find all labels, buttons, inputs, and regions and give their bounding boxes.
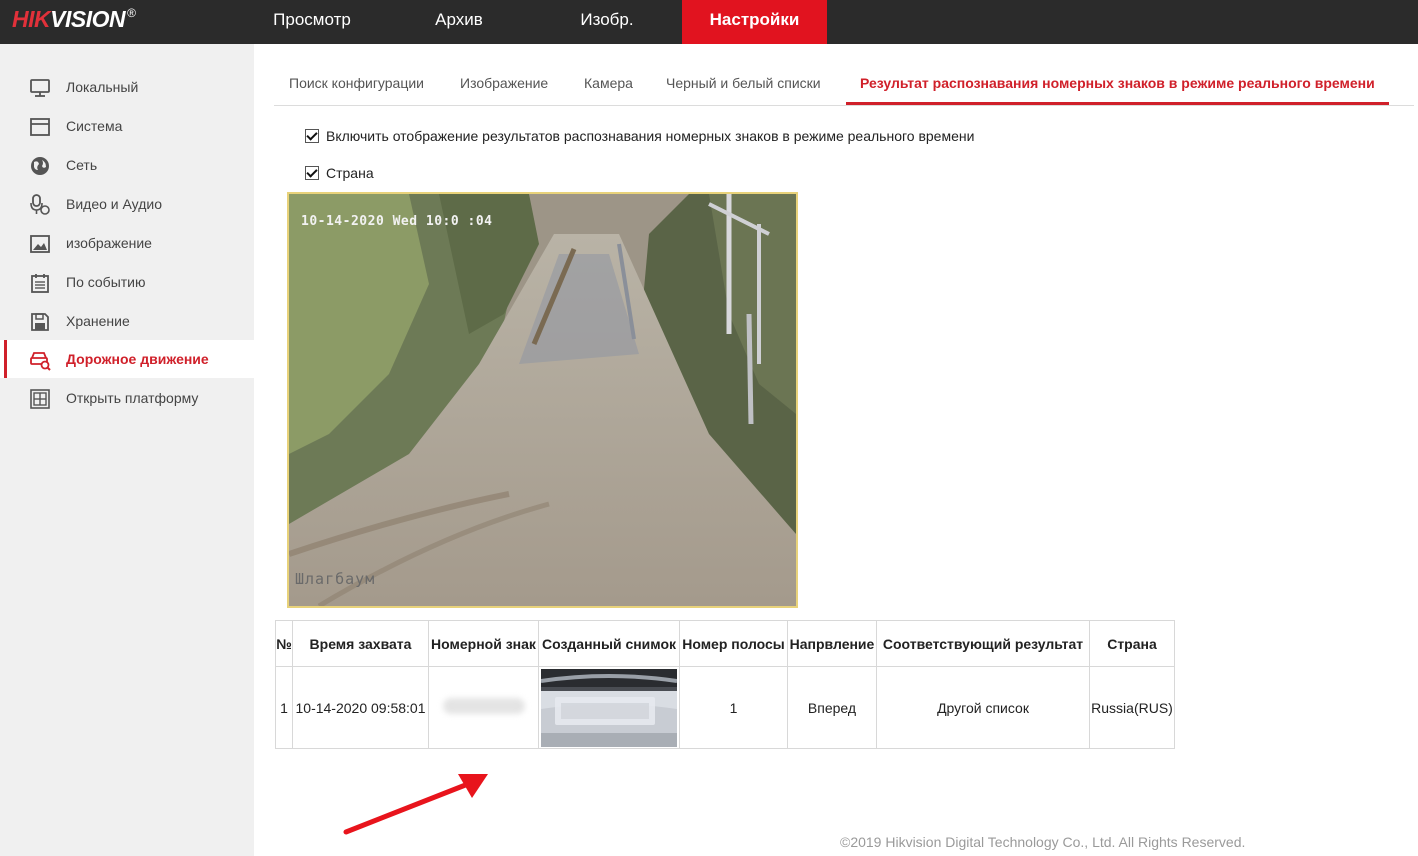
config-tabs: Поиск конфигурации Изображение Камера Че… — [274, 62, 1414, 106]
blurred-plate-number — [442, 698, 525, 714]
sidebar-item-label: Сеть — [66, 157, 98, 173]
camera-osd-timestamp: 10-14-2020 Wed 10:0 :04 — [301, 214, 493, 229]
cell-country: Russia(RUS) — [1089, 666, 1175, 749]
cell-capture-time: 10-14-2020 09:58:01 — [292, 666, 429, 749]
car-search-icon — [30, 352, 51, 371]
cell-lane: 1 — [679, 666, 788, 749]
cell-plate — [428, 666, 539, 749]
nav-configuration[interactable]: Настройки — [682, 0, 827, 44]
cell-snapshot — [538, 666, 680, 749]
calendar-icon — [31, 274, 49, 293]
cell-match-result: Другой список — [876, 666, 1090, 749]
annotation-arrow-icon — [343, 774, 488, 835]
road-scene-image — [289, 194, 796, 606]
sidebar-item-open-platform[interactable]: Открыть платформу — [0, 379, 254, 417]
save-icon — [31, 313, 49, 331]
sidebar-item-label: Видео и Аудио — [66, 196, 162, 212]
main-nav: Просмотр Архив Изобр. Настройки — [238, 0, 827, 44]
tab-image[interactable]: Изображение — [460, 62, 548, 105]
column-header-direction: Напрвление — [787, 620, 877, 667]
recognition-results-table: № Время захвата Номерной знак Созданный … — [275, 620, 1175, 749]
sidebar-item-system[interactable]: Система — [0, 107, 254, 145]
enable-display-label: Включить отображение результатов распозн… — [326, 128, 975, 144]
enable-display-option: Включить отображение результатов распозн… — [305, 128, 974, 144]
sidebar-item-image[interactable]: изображение — [0, 224, 254, 262]
cell-number: 1 — [275, 666, 293, 749]
sidebar-item-label: Система — [66, 118, 123, 134]
image-icon — [30, 235, 50, 253]
logo-text-red: HIK — [12, 6, 51, 32]
sidebar-item-network[interactable]: Сеть — [0, 146, 254, 184]
sidebar-item-video-audio[interactable]: Видео и Аудио — [0, 185, 254, 223]
sidebar-item-label: Хранение — [66, 313, 130, 329]
microphone-icon — [30, 194, 50, 215]
column-header-country: Страна — [1089, 620, 1175, 667]
column-header-lane: Номер полосы — [679, 620, 788, 667]
country-option: Страна — [305, 165, 374, 181]
tab-search-config[interactable]: Поиск конфигурации — [289, 62, 424, 105]
tab-black-white-list[interactable]: Черный и белый списки — [666, 62, 821, 105]
sidebar-item-label: изображение — [66, 235, 152, 251]
registered-mark: ® — [127, 6, 136, 20]
column-header-plate: Номерной знак — [428, 620, 539, 667]
column-header-snapshot: Созданный снимок — [538, 620, 680, 667]
nav-picture[interactable]: Изобр. — [532, 0, 682, 44]
monitor-icon — [30, 79, 50, 97]
sidebar-item-label: По событию — [66, 274, 146, 290]
column-header-number: № — [275, 620, 293, 667]
sidebar: Локальный Система Сеть Видео и Аудио изо… — [0, 44, 254, 856]
sidebar-item-label: Открыть платформу — [66, 390, 199, 406]
country-checkbox[interactable] — [305, 166, 319, 180]
cell-direction: Вперед — [787, 666, 877, 749]
sidebar-item-road-traffic[interactable]: Дорожное движение — [0, 340, 254, 378]
table-header-row: № Время захвата Номерной знак Созданный … — [275, 620, 1175, 667]
system-icon — [30, 118, 50, 136]
sidebar-item-event[interactable]: По событию — [0, 263, 254, 301]
camera-osd-name: Шлагбаум — [295, 570, 376, 588]
country-label: Страна — [326, 165, 374, 181]
column-header-capture-time: Время захвата — [292, 620, 429, 667]
logo-text-white: VISION — [50, 6, 126, 32]
sidebar-item-local[interactable]: Локальный — [0, 68, 254, 106]
hikvision-logo: HIKVISION ® — [12, 6, 136, 33]
top-bar: HIKVISION ® Просмотр Архив Изобр. Настрой… — [0, 0, 1418, 44]
nav-playback[interactable]: Архив — [386, 0, 532, 44]
nav-live-view[interactable]: Просмотр — [238, 0, 386, 44]
copyright-footer: ©2019 Hikvision Digital Technology Co., … — [840, 834, 1246, 850]
sidebar-item-label: Дорожное движение — [66, 351, 209, 367]
column-header-match-result: Соответствующий результат — [876, 620, 1090, 667]
plate-snapshot-image[interactable] — [541, 668, 677, 747]
sidebar-item-storage[interactable]: Хранение — [0, 302, 254, 340]
platform-icon — [30, 389, 50, 409]
table-row[interactable]: 1 10-14-2020 09:58:01 1 Вперед Другой сп… — [275, 666, 1175, 749]
sidebar-item-label: Локальный — [66, 79, 139, 95]
tab-realtime-plate-result[interactable]: Результат распознавания номерных знаков … — [846, 62, 1389, 105]
globe-icon — [31, 157, 49, 175]
enable-display-checkbox[interactable] — [305, 129, 319, 143]
live-camera-image: 10-14-2020 Wed 10:0 :04 Шлагбаум — [287, 192, 798, 608]
tab-camera[interactable]: Камера — [584, 62, 633, 105]
